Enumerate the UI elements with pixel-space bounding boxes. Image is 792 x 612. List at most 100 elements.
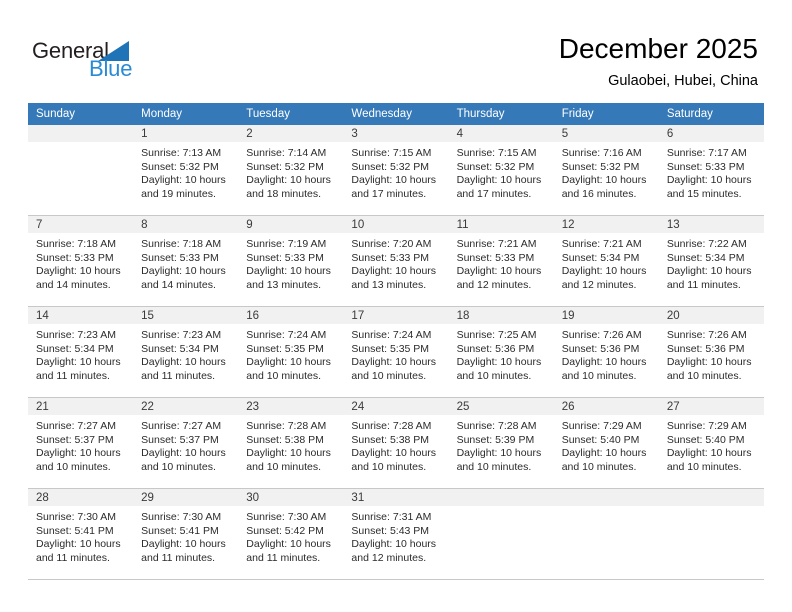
day-number: [658, 489, 764, 506]
day-sunset-text: Sunset: 5:32 PM: [141, 160, 219, 173]
day-daylight-line2-text: and 16 minutes.: [561, 187, 637, 200]
day-daylight-line2-text: and 10 minutes.: [561, 460, 637, 473]
day-daylight-line2-text: and 11 minutes.: [141, 551, 216, 564]
day-number: 12: [553, 216, 659, 233]
day-cell[interactable]: 5 Sunrise: 7:16 AM Sunset: 5:32 PM Daylight…: [553, 125, 659, 215]
day-sunrise-text: Sunrise: 7:23 AM: [36, 329, 116, 341]
day-sunset-text: Sunset: 5:32 PM: [456, 160, 535, 173]
day-number: 24: [343, 398, 449, 415]
page-title: December 2025: [558, 33, 758, 64]
day-sunset-text: Sunset: 5:33 PM: [351, 251, 430, 264]
day-sun-info: Sunrise: 7:13 AM Sunset: 5:32 PM Daylight:…: [133, 142, 238, 201]
day-daylight-line1-text: Daylight: 10 hours: [666, 265, 752, 278]
day-sunrise-text: Sunrise: 7:17 AM: [666, 147, 747, 159]
day-sunrise-text: Sunrise: 7:15 AM: [456, 147, 537, 159]
day-number: 19: [553, 307, 659, 324]
day-cell[interactable]: 21 Sunrise: 7:27 AM Sunset: 5:37 PM Dayligh…: [28, 398, 134, 488]
day-daylight-line1-text: Daylight: 10 hours: [141, 356, 226, 369]
day-daylight-line2-text: and 10 minutes.: [666, 369, 742, 382]
day-sunset-text: Sunset: 5:43 PM: [351, 524, 430, 537]
day-sun-info: Sunrise: 7:30 AM Sunset: 5:42 PM Daylight:…: [238, 506, 343, 565]
day-cell[interactable]: 30 Sunrise: 7:30 AM Sunset: 5:42 PM Dayligh…: [238, 489, 344, 579]
day-number: 25: [448, 398, 554, 415]
day-cell[interactable]: 27 Sunrise: 7:29 AM Sunset: 5:40 PM Dayligh…: [658, 398, 764, 488]
day-number: 22: [133, 398, 239, 415]
day-cell[interactable]: 15 Sunrise: 7:23 AM Sunset: 5:34 PM Dayligh…: [133, 307, 239, 397]
day-cell-empty: [553, 489, 659, 579]
day-number: 31: [343, 489, 449, 506]
day-daylight-line1-text: Daylight: 10 hours: [141, 174, 226, 187]
day-cell[interactable]: 16 Sunrise: 7:24 AM Sunset: 5:35 PM Dayligh…: [238, 307, 344, 397]
day-sunrise-text: Sunrise: 7:27 AM: [36, 420, 116, 432]
day-cell[interactable]: 28 Sunrise: 7:30 AM Sunset: 5:41 PM Dayligh…: [28, 489, 134, 579]
day-cell[interactable]: 8 Sunrise: 7:18 AM Sunset: 5:33 PM Daylight…: [133, 216, 239, 306]
brand-logo[interactable]: General Blue: [32, 38, 232, 88]
day-sun-info: Sunrise: 7:24 AM Sunset: 5:35 PM Daylight:…: [343, 324, 448, 383]
day-number: 18: [448, 307, 554, 324]
day-daylight-line1-text: Daylight: 10 hours: [666, 356, 752, 369]
day-cell[interactable]: 2 Sunrise: 7:14 AM Sunset: 5:32 PM Daylight…: [238, 125, 344, 215]
day-daylight-line1-text: Daylight: 10 hours: [141, 447, 226, 460]
day-cell[interactable]: 19 Sunrise: 7:26 AM Sunset: 5:36 PM Dayligh…: [553, 307, 659, 397]
day-cell[interactable]: 14 Sunrise: 7:23 AM Sunset: 5:34 PM Dayligh…: [28, 307, 134, 397]
day-sun-info: Sunrise: 7:30 AM Sunset: 5:41 PM Daylight:…: [133, 506, 238, 565]
day-cell[interactable]: 7 Sunrise: 7:18 AM Sunset: 5:33 PM Daylight…: [28, 216, 134, 306]
day-number: 7: [28, 216, 134, 233]
day-daylight-line1-text: Daylight: 10 hours: [246, 356, 331, 369]
day-daylight-line2-text: and 11 minutes.: [36, 551, 110, 564]
day-cell[interactable]: 9 Sunrise: 7:19 AM Sunset: 5:33 PM Daylight…: [238, 216, 344, 306]
day-cell[interactable]: 4 Sunrise: 7:15 AM Sunset: 5:32 PM Daylight…: [448, 125, 554, 215]
calendar-week-row: 21 Sunrise: 7:27 AM Sunset: 5:37 PM Dayligh…: [28, 398, 764, 489]
day-sunrise-text: Sunrise: 7:28 AM: [456, 420, 537, 432]
day-sun-info: Sunrise: 7:21 AM Sunset: 5:34 PM Daylight:…: [554, 233, 659, 292]
day-sunset-text: Sunset: 5:35 PM: [246, 342, 324, 355]
day-daylight-line2-text: and 17 minutes.: [456, 187, 532, 200]
day-cell[interactable]: 22 Sunrise: 7:27 AM Sunset: 5:37 PM Dayligh…: [133, 398, 239, 488]
day-daylight-line1-text: Daylight: 10 hours: [561, 447, 647, 460]
day-cell[interactable]: 11 Sunrise: 7:21 AM Sunset: 5:33 PM Dayligh…: [448, 216, 554, 306]
brand-name-secondary: Blue: [89, 56, 133, 81]
day-sunset-text: Sunset: 5:34 PM: [561, 251, 640, 264]
day-cell[interactable]: 29 Sunrise: 7:30 AM Sunset: 5:41 PM Dayligh…: [133, 489, 239, 579]
day-cell[interactable]: 31 Sunrise: 7:31 AM Sunset: 5:43 PM Dayligh…: [343, 489, 449, 579]
day-cell[interactable]: 6 Sunrise: 7:17 AM Sunset: 5:33 PM Daylight…: [658, 125, 764, 215]
day-cell[interactable]: 12 Sunrise: 7:21 AM Sunset: 5:34 PM Dayligh…: [553, 216, 659, 306]
day-sunrise-text: Sunrise: 7:21 AM: [456, 238, 537, 250]
day-number: 9: [238, 216, 344, 233]
day-sunrise-text: Sunrise: 7:30 AM: [246, 511, 327, 523]
day-sunrise-text: Sunrise: 7:19 AM: [246, 238, 327, 250]
day-sunset-text: Sunset: 5:34 PM: [36, 342, 114, 355]
day-cell[interactable]: 10 Sunrise: 7:20 AM Sunset: 5:33 PM Dayligh…: [343, 216, 449, 306]
calendar-grid: Sunday Monday Tuesday Wednesday Thursday Frid…: [28, 103, 764, 580]
day-daylight-line1-text: Daylight: 10 hours: [351, 265, 437, 278]
day-daylight-line1-text: Daylight: 10 hours: [561, 174, 647, 187]
day-cell[interactable]: 25 Sunrise: 7:28 AM Sunset: 5:39 PM Dayligh…: [448, 398, 554, 488]
day-sun-info: Sunrise: 7:18 AM Sunset: 5:33 PM Daylight:…: [133, 233, 238, 292]
day-daylight-line2-text: and 13 minutes.: [246, 278, 321, 291]
day-number: 30: [238, 489, 344, 506]
day-cell[interactable]: 1 Sunrise: 7:13 AM Sunset: 5:32 PM Daylight…: [133, 125, 239, 215]
day-sunrise-text: Sunrise: 7:13 AM: [141, 147, 222, 159]
day-sunset-text: Sunset: 5:37 PM: [36, 433, 114, 446]
day-cell[interactable]: 3 Sunrise: 7:15 AM Sunset: 5:32 PM Daylight…: [343, 125, 449, 215]
day-daylight-line1-text: Daylight: 10 hours: [141, 538, 226, 551]
day-cell[interactable]: 17 Sunrise: 7:24 AM Sunset: 5:35 PM Dayligh…: [343, 307, 449, 397]
day-cell[interactable]: 26 Sunrise: 7:29 AM Sunset: 5:40 PM Dayligh…: [553, 398, 659, 488]
day-cell[interactable]: 24 Sunrise: 7:28 AM Sunset: 5:38 PM Dayligh…: [343, 398, 449, 488]
day-daylight-line2-text: and 13 minutes.: [351, 278, 427, 291]
day-daylight-line1-text: Daylight: 10 hours: [456, 174, 542, 187]
day-sunrise-text: Sunrise: 7:28 AM: [246, 420, 327, 432]
day-sun-info: Sunrise: 7:29 AM Sunset: 5:40 PM Daylight:…: [554, 415, 659, 474]
day-sun-info: Sunrise: 7:23 AM Sunset: 5:34 PM Daylight:…: [28, 324, 133, 383]
day-sun-info: Sunrise: 7:25 AM Sunset: 5:36 PM Daylight:…: [449, 324, 554, 383]
day-number: 10: [343, 216, 449, 233]
day-sun-info: Sunrise: 7:24 AM Sunset: 5:35 PM Daylight:…: [238, 324, 343, 383]
day-daylight-line1-text: Daylight: 10 hours: [456, 447, 542, 460]
day-cell[interactable]: 13 Sunrise: 7:22 AM Sunset: 5:34 PM Dayligh…: [658, 216, 764, 306]
day-cell[interactable]: 20 Sunrise: 7:26 AM Sunset: 5:36 PM Dayligh…: [658, 307, 764, 397]
day-daylight-line2-text: and 12 minutes.: [456, 278, 532, 291]
day-cell[interactable]: 18 Sunrise: 7:25 AM Sunset: 5:36 PM Dayligh…: [448, 307, 554, 397]
day-daylight-line2-text: and 11 minutes.: [246, 551, 321, 564]
day-cell[interactable]: 23 Sunrise: 7:28 AM Sunset: 5:38 PM Dayligh…: [238, 398, 344, 488]
day-sun-info: Sunrise: 7:30 AM Sunset: 5:41 PM Daylight:…: [28, 506, 133, 565]
